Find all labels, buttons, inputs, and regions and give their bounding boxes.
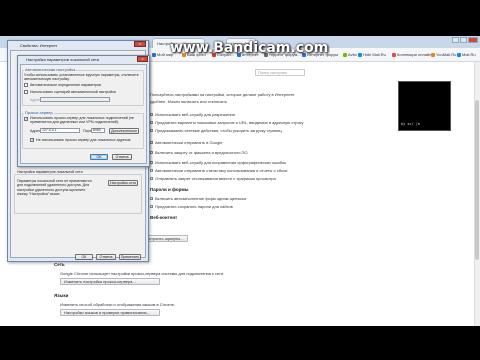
settings-line-text: Автоматически отправлять в Google	[155, 140, 223, 145]
bookmark-icon	[343, 52, 347, 57]
bookmark-item[interactable]: Hide Mail.Ru	[358, 52, 386, 57]
settings-line: Пользуйтесь настройками на настройки, ко…	[150, 92, 295, 97]
settings-search-input[interactable]: Поиск настроек	[255, 69, 305, 76]
advanced-button[interactable]: Дополнительно	[109, 128, 139, 134]
settings-checkbox-row[interactable]: Включить защиту от фишинга и вредоносног…	[150, 150, 248, 155]
bookmark-label: Mail.Ru	[462, 52, 476, 57]
settings-line-text: Автоматически отправлять статистику испо…	[155, 168, 288, 173]
auto-script-checkbox[interactable]	[24, 90, 28, 94]
search-placeholder: Поиск настроек	[258, 70, 287, 75]
network-desc: Google Chrome использует настройки прокс…	[60, 271, 225, 276]
bookmark-label: Hide Mail.Ru	[363, 52, 386, 57]
letterbox-bottom	[0, 326, 480, 360]
script-address-input[interactable]	[40, 97, 110, 102]
checkbox[interactable]	[150, 169, 153, 173]
bookmark-icon	[358, 52, 362, 57]
settings-checkbox-row[interactable]: Отправлять запрет отслеживания вместе с …	[150, 176, 276, 181]
bookmark-label: Avito	[348, 52, 357, 57]
settings-line-text: Использовать веб-службу для разрешения	[155, 112, 235, 117]
settings-checkbox-row[interactable]: Предлагать варианты поисковых запросов и…	[150, 120, 303, 125]
settings-line-text: удобнее. Можно включить или отключить	[150, 99, 228, 104]
auto-detect-label: Автоматическое определение параметров	[30, 83, 101, 87]
bookmark-item[interactable]: Avito	[343, 52, 357, 57]
apply-button[interactable]: Применить	[119, 254, 141, 260]
terminal-text: by sc/ /e	[401, 122, 420, 126]
recording-watermark: www.Bandicam.com	[170, 40, 329, 56]
checkbox[interactable]	[150, 205, 153, 209]
section-title-network: Сеть	[54, 262, 65, 267]
checkbox[interactable]	[150, 177, 153, 181]
screen: Настройки — Интернет Настройки Мой мир В…	[0, 0, 480, 360]
auto-detect-checkbox[interactable]	[24, 83, 28, 87]
ok-button[interactable]: ОК	[90, 154, 108, 160]
maximize-button[interactable]	[460, 37, 467, 43]
checkbox[interactable]	[150, 141, 153, 145]
auto-config-label: Автоматическая настройка	[24, 67, 77, 72]
proxy-address-input[interactable]: 127.0.0.1	[40, 128, 80, 133]
bookmark-icon	[431, 52, 435, 57]
close-icon[interactable]: ×	[134, 41, 146, 47]
bookmark-item[interactable]: Коллекции онлайн	[392, 52, 431, 57]
lan-group-label: Настройка параметров локальной сети	[17, 170, 83, 174]
letterbox-top	[0, 0, 480, 36]
settings-checkbox-row[interactable]: Предсказывать сетевые действия, чтобы ус…	[150, 128, 282, 133]
checkbox[interactable]	[150, 121, 153, 125]
settings-line-text: Включить автозаполнение форм одним щелчк…	[155, 196, 247, 201]
minimize-button[interactable]	[452, 37, 459, 43]
auto-script-label: Использовать сценарий автоматической нас…	[30, 90, 116, 94]
dialog-title: Свойства: Интернет	[20, 43, 58, 48]
lan-settings-button[interactable]: Настройка сети	[108, 180, 138, 186]
settings-line-text: Предлагать варианты поисковых запросов и…	[155, 120, 304, 125]
settings-checkbox-row[interactable]: Автоматически отправлять в Google	[150, 140, 222, 145]
settings-checkbox-row[interactable]: Включить автозаполнение форм одним щелчк…	[150, 196, 246, 201]
languages-desc: Изменить способ обработки и отображения …	[60, 302, 176, 307]
settings-checkbox-row[interactable]: Использовать веб-службу для разрешения	[150, 112, 235, 117]
bypass-local-label: Не использовать прокси-сервер для локаль…	[36, 138, 131, 142]
settings-line-text: Предлагать сохранять пароли для сайтов	[155, 204, 233, 209]
terminal-window[interactable]: by sc/ /e	[398, 81, 451, 131]
close-icon[interactable]: ×	[137, 56, 148, 62]
bookmark-icon	[457, 52, 461, 57]
settings-line-text: Включить защиту от фишинга и вредоносног…	[155, 150, 248, 155]
page-scroll-thumb[interactable]	[475, 100, 479, 260]
settings-line-text: Предсказывать сетевые действия, чтобы ус…	[155, 128, 282, 133]
bookmark-icon	[392, 52, 396, 57]
ok-button[interactable]: ОК	[75, 254, 93, 260]
languages-button[interactable]: Настройки языков и проверки правописания…	[60, 309, 160, 316]
change-proxy-button[interactable]: Изменить настройки прокси-сервера...	[60, 278, 160, 285]
dialog-title: Настройка параметров локальной сети	[26, 57, 100, 62]
settings-checkbox-row[interactable]: Предлагать сохранять пароли для сайтов	[150, 204, 233, 209]
checkbox[interactable]	[150, 129, 153, 133]
cancel-button[interactable]: Отмена	[96, 254, 116, 260]
window-controls	[452, 37, 478, 45]
use-proxy-label: Использовать прокси-сервер для локальных…	[30, 116, 134, 125]
section-title: Веб-контент	[150, 215, 178, 220]
settings-checkbox-row[interactable]: Использовать веб-службу для исправления …	[150, 160, 286, 165]
checkbox[interactable]	[150, 197, 153, 201]
bookmark-label: YouMail.Ru	[436, 52, 457, 57]
checkbox[interactable]	[150, 161, 153, 165]
proxy-group-label: Прокси-сервер	[24, 110, 54, 115]
bookmark-item[interactable]: YouMail.Ru	[431, 52, 456, 57]
cancel-button[interactable]: Отмена	[112, 154, 132, 160]
auto-config-desc: Чтобы использовать установленные вручную…	[24, 73, 139, 82]
use-proxy-checkbox[interactable]	[24, 116, 28, 121]
settings-line: удобнее. Можно включить или отключить	[150, 99, 227, 104]
close-button[interactable]	[468, 37, 478, 43]
bypass-local-checkbox[interactable]	[30, 137, 34, 142]
lan-desc: Параметры локальной сети не применяются …	[17, 179, 92, 196]
section-title: Пароли и формы	[150, 187, 189, 192]
settings-line-text: Отправлять запрет отслеживания вместе с …	[155, 176, 276, 181]
bookmark-label: Коллекции онлайн	[397, 52, 432, 57]
settings-checkbox-row[interactable]: Автоматически отправлять статистику испо…	[150, 168, 288, 173]
bookmark-item[interactable]: Mail.Ru	[457, 52, 476, 57]
bookmark-icon	[152, 52, 156, 57]
checkbox[interactable]	[150, 113, 153, 117]
address-label: Адрес	[30, 98, 41, 102]
section-title-languages: Языки	[54, 293, 69, 298]
settings-line-text: Использовать веб-службу для исправления …	[155, 160, 286, 165]
checkbox[interactable]	[150, 151, 153, 155]
port-input[interactable]: 8080	[91, 128, 105, 133]
